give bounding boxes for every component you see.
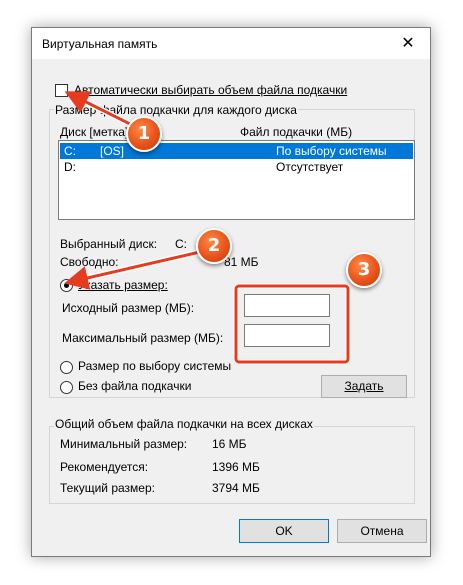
system-managed-radio[interactable] xyxy=(60,361,73,374)
ok-button[interactable]: OK xyxy=(239,519,329,543)
drive-row-d[interactable]: D: Отсутствует xyxy=(60,159,413,175)
initial-size-label: Исходный размер (МБ): xyxy=(62,301,195,315)
no-paging-file-label[interactable]: Без файла подкачки xyxy=(78,379,191,393)
system-managed-label[interactable]: Размер по выбору системы xyxy=(78,359,231,373)
total-group-legend: Общий объем файла подкачки на всех диска… xyxy=(54,417,314,431)
current-size-value: 3794 МБ xyxy=(212,481,260,495)
no-paging-file-radio[interactable] xyxy=(60,381,73,394)
annotation-badge-2: 2 xyxy=(196,228,232,264)
paging-group-legend: Размер файла подкачки для каждого диска xyxy=(54,103,298,117)
auto-manage-label[interactable]: Автоматически выбирать объем файла подка… xyxy=(74,83,347,97)
selected-drive-label: Выбранный диск: xyxy=(60,237,158,251)
drive-label: [OS] xyxy=(100,144,125,158)
current-size-label: Текущий размер: xyxy=(60,481,155,495)
custom-size-radio[interactable] xyxy=(60,279,73,292)
auto-manage-checkbox[interactable] xyxy=(55,84,68,97)
drive-letter: D: xyxy=(64,160,76,174)
column-header-file: Файл подкачки (МБ) xyxy=(240,125,353,139)
close-icon[interactable]: ✕ xyxy=(386,28,430,59)
drive-letter: C: xyxy=(64,144,76,158)
free-space-value: 81 МБ xyxy=(224,255,259,269)
column-header-drive: Диск [метка] xyxy=(60,125,129,139)
max-size-label: Максимальный размер (МБ): xyxy=(62,331,224,345)
title-bar: Виртуальная память ✕ xyxy=(32,28,430,59)
window-title: Виртуальная память xyxy=(42,37,158,51)
drive-paging-value: Отсутствует xyxy=(276,160,344,174)
selected-drive-value: C: xyxy=(175,237,187,251)
min-size-value: 16 МБ xyxy=(212,437,247,451)
recommended-value: 1396 МБ xyxy=(212,460,260,474)
set-button[interactable]: Задать xyxy=(321,375,407,398)
annotation-badge-3: 3 xyxy=(346,252,382,288)
custom-size-label[interactable]: Указать размер: xyxy=(78,278,168,292)
recommended-label: Рекомендуется: xyxy=(60,460,149,474)
drive-paging-value: По выбору системы xyxy=(276,144,387,158)
free-space-label: Свободно: xyxy=(60,255,119,269)
virtual-memory-dialog: Виртуальная память ✕ Автоматически выбир… xyxy=(31,27,431,557)
drive-row-c[interactable]: C: [OS] По выбору системы xyxy=(60,143,413,159)
max-size-input[interactable] xyxy=(244,324,330,347)
min-size-label: Минимальный размер: xyxy=(60,437,188,451)
annotation-badge-1: 1 xyxy=(126,116,162,152)
initial-size-input[interactable] xyxy=(244,294,330,317)
cancel-button[interactable]: Отмена xyxy=(337,519,427,543)
drive-list[interactable]: C: [OS] По выбору системы D: Отсутствует xyxy=(58,140,415,220)
